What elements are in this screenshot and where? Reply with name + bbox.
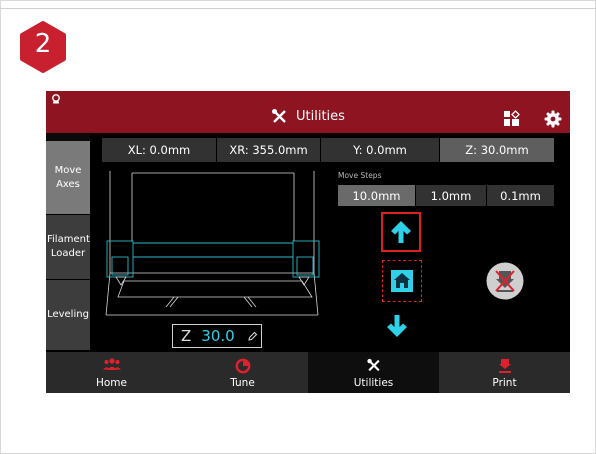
step-option-1mm[interactable]: 1.0mm [416, 185, 486, 206]
header-title-group: Utilities [271, 108, 345, 125]
sidebar-item-label: Filament Loader [47, 234, 90, 259]
sidebar-item-label: Leveling [47, 309, 89, 320]
step-option-10mm[interactable]: 10.0mm [338, 185, 415, 206]
coord-y: Y: 0.0mm [321, 138, 439, 162]
step-number: 2 [34, 29, 52, 59]
home-axes-button[interactable] [382, 260, 422, 302]
tab-tune[interactable]: Tune [177, 352, 308, 393]
z-input-label: Z [181, 327, 192, 345]
arrow-down-icon[interactable] [385, 313, 409, 339]
tab-label: Utilities [353, 377, 394, 389]
pencil-icon [248, 331, 257, 341]
tab-print[interactable]: Print [439, 352, 570, 393]
printer-screen: Utilities Move Axes Filament Loader Leve… [46, 91, 570, 393]
move-steps-label: Move Steps [338, 171, 382, 180]
z-input-value: 30.0 [201, 327, 235, 345]
coord-xr: XR: 355.0mm [217, 138, 320, 162]
wrench-screwdriver-icon [366, 358, 380, 372]
step-badge: 2 [18, 21, 68, 73]
step-option-0-1mm[interactable]: 0.1mm [487, 185, 554, 206]
printer-wireframe [105, 171, 320, 316]
arrow-up-icon [391, 221, 411, 243]
sidebar-item-leveling[interactable]: Leveling [46, 280, 90, 351]
sidebar-item-move-axes[interactable]: Move Axes [46, 141, 90, 215]
move-up-button[interactable] [381, 212, 421, 252]
bottom-tab-bar: Home Tune Utilities Print [46, 352, 570, 393]
print-icon [498, 359, 511, 373]
tab-label: Print [492, 377, 517, 389]
disable-motors-icon[interactable] [486, 262, 524, 300]
tab-label: Tune [230, 377, 255, 389]
home-icon [391, 270, 413, 292]
users-icon [102, 358, 121, 370]
layout-icon[interactable] [503, 110, 520, 127]
wrench-screwdriver-icon [272, 109, 286, 123]
tab-label: Home [95, 377, 127, 389]
z-value-input[interactable]: Z 30.0 [172, 324, 262, 348]
coord-z: Z: 30.0mm [440, 138, 554, 162]
printer-status-icon [52, 94, 60, 104]
gear-icon[interactable] [544, 110, 562, 128]
sidebar-item-label: Move Axes [54, 164, 82, 190]
tab-utilities[interactable]: Utilities [308, 352, 439, 393]
top-divider [0, 8, 596, 9]
sidebar: Move Axes Filament Loader Leveling [46, 133, 90, 351]
coord-xl: XL: 0.0mm [102, 138, 216, 162]
tab-home[interactable]: Home [46, 352, 177, 393]
app-header: Utilities [46, 91, 570, 133]
tune-icon [235, 358, 250, 374]
sidebar-item-filament-loader[interactable]: Filament Loader [46, 215, 90, 280]
header-title: Utilities [296, 109, 345, 124]
